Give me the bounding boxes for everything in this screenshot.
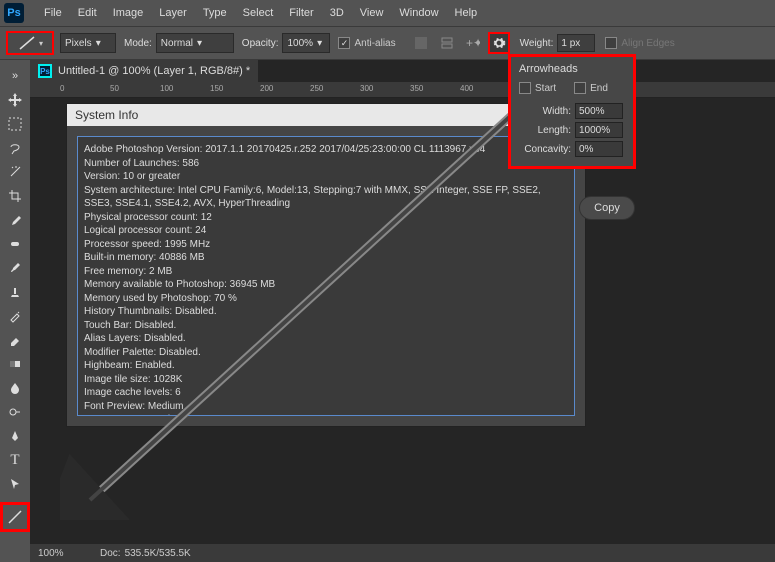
dropdown-label: Pixels: [65, 38, 92, 49]
ruler-tick: 350: [410, 84, 423, 93]
antialias-checkbox[interactable]: [338, 37, 350, 49]
arrowheads-popup: Arrowheads Start End Width: Length: Conc…: [508, 54, 636, 169]
system-info-textarea[interactable]: Adobe Photoshop Version: 2017.1.1 201704…: [77, 136, 575, 416]
horizontal-ruler: 0 50 100 150 200 250 300 350 400: [30, 82, 775, 98]
menu-file[interactable]: File: [36, 3, 70, 23]
magic-wand-tool[interactable]: [3, 161, 27, 183]
start-label: Start: [535, 83, 556, 94]
ruler-tick: 150: [210, 84, 223, 93]
type-tool[interactable]: T: [3, 449, 27, 471]
add-star-icon[interactable]: +✦: [462, 32, 484, 54]
clone-stamp-tool[interactable]: [3, 281, 27, 303]
doc-size-value: 535.5K/535.5K: [125, 548, 191, 559]
align-edges-label: Align Edges: [621, 38, 674, 49]
svg-text:+✦: +✦: [466, 36, 480, 50]
copy-button[interactable]: Copy: [579, 196, 635, 220]
toolbox: » T: [0, 60, 30, 533]
move-tool[interactable]: [3, 89, 27, 111]
pen-tool[interactable]: [3, 425, 27, 447]
end-checkbox[interactable]: [574, 82, 586, 94]
align-layers-icon[interactable]: [436, 32, 458, 54]
blend-mode-dropdown[interactable]: Normal ▾: [156, 33, 234, 53]
weight-input[interactable]: [557, 34, 595, 52]
fill-square-icon[interactable]: [410, 32, 432, 54]
menubar: Ps File Edit Image Layer Type Select Fil…: [0, 0, 775, 26]
mode-label: Mode:: [124, 38, 152, 49]
gradient-tool[interactable]: [3, 353, 27, 375]
ruler-tick: 300: [360, 84, 373, 93]
marquee-tool[interactable]: [3, 113, 27, 135]
menu-select[interactable]: Select: [235, 3, 282, 23]
ruler-tick: 250: [310, 84, 323, 93]
path-select-tool[interactable]: [3, 473, 27, 495]
menu-view[interactable]: View: [352, 3, 392, 23]
antialias-label: Anti-alias: [354, 38, 395, 49]
menu-type[interactable]: Type: [195, 3, 235, 23]
ruler-tick: 100: [160, 84, 173, 93]
concavity-label: Concavity:: [519, 144, 571, 155]
ruler-tick: 200: [260, 84, 273, 93]
doc-icon: Ps: [38, 64, 52, 78]
gear-icon[interactable]: [488, 32, 510, 54]
brush-tool[interactable]: [3, 257, 27, 279]
opacity-field[interactable]: 100% ▾: [282, 33, 330, 53]
dropdown-label: Normal: [161, 38, 193, 49]
chevron-down-icon: ▾: [39, 39, 43, 48]
fill-mode-dropdown[interactable]: Pixels ▾: [60, 33, 116, 53]
doc-title: Untitled-1 @ 100% (Layer 1, RGB/8#) *: [58, 65, 250, 77]
ruler-tick: 0: [60, 84, 64, 93]
zoom-level[interactable]: 100%: [30, 548, 100, 559]
doc-size-label: Doc:: [100, 548, 121, 559]
menu-3d[interactable]: 3D: [322, 3, 352, 23]
dodge-tool[interactable]: [3, 401, 27, 423]
chevron-down-icon: ▾: [197, 38, 202, 49]
end-label: End: [590, 83, 608, 94]
expand-tool-icon[interactable]: »: [3, 65, 27, 87]
status-bar: 100% Doc: 535.5K/535.5K: [30, 544, 775, 562]
popup-title: Arrowheads: [519, 63, 625, 75]
concavity-input[interactable]: [575, 141, 623, 157]
start-checkbox[interactable]: [519, 82, 531, 94]
line-tool-icon: [17, 34, 37, 52]
spot-healing-tool[interactable]: [3, 233, 27, 255]
width-input[interactable]: [575, 103, 623, 119]
ruler-tick: 50: [110, 84, 119, 93]
tool-preset-dropdown[interactable]: ▾: [6, 31, 54, 55]
lasso-tool[interactable]: [3, 137, 27, 159]
history-brush-tool[interactable]: [3, 305, 27, 327]
menu-image[interactable]: Image: [105, 3, 152, 23]
menu-layer[interactable]: Layer: [151, 3, 195, 23]
eraser-tool[interactable]: [3, 329, 27, 351]
line-shape-tool[interactable]: [0, 502, 30, 532]
opacity-value: 100%: [287, 38, 313, 49]
crop-tool[interactable]: [3, 185, 27, 207]
app-logo: Ps: [4, 3, 24, 23]
opacity-label: Opacity:: [242, 38, 279, 49]
document-tab[interactable]: Ps Untitled-1 @ 100% (Layer 1, RGB/8#) *: [30, 60, 258, 82]
options-bar: ▾ Pixels ▾ Mode: Normal ▾ Opacity: 100% …: [0, 26, 775, 60]
start-checkbox-row[interactable]: Start: [519, 82, 556, 94]
length-label: Length:: [519, 125, 571, 136]
eyedropper-tool[interactable]: [3, 209, 27, 231]
menu-filter[interactable]: Filter: [281, 3, 321, 23]
chevron-down-icon: ▾: [317, 38, 322, 49]
align-edges-checkbox[interactable]: [605, 37, 617, 49]
width-label: Width:: [519, 106, 571, 117]
chevron-down-icon: ▾: [96, 38, 101, 49]
menu-edit[interactable]: Edit: [70, 3, 105, 23]
length-input[interactable]: [575, 122, 623, 138]
menu-window[interactable]: Window: [391, 3, 446, 23]
ruler-tick: 400: [460, 84, 473, 93]
menu-help[interactable]: Help: [447, 3, 486, 23]
blur-tool[interactable]: [3, 377, 27, 399]
weight-label: Weight:: [520, 38, 554, 49]
end-checkbox-row[interactable]: End: [574, 82, 608, 94]
